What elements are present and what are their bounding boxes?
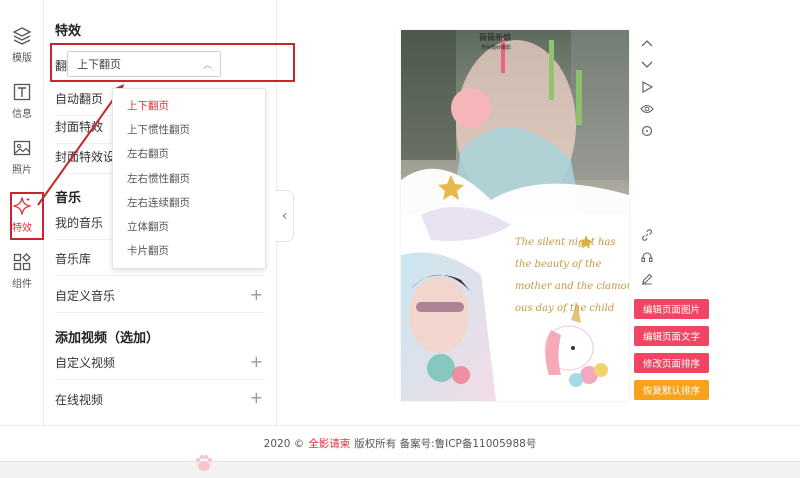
edit-page-photo-button[interactable]: 编辑页面图片 [634,299,709,319]
custom-music-label: 自定义音乐 [55,289,116,303]
eye-icon[interactable] [639,101,655,117]
online-video-row[interactable]: 在线视频 + [55,382,265,416]
preview-header-line2: 苏州婚纱摄影 [481,44,511,51]
music-library-label: 音乐库 [55,252,92,266]
page-flip-dropdown: 上下翻页 上下惯性翻页 左右翻页 左右惯性翻页 左右连续翻页 立体翻页 卡片翻页 [112,88,266,269]
poem-line-4: ous day of the child [515,303,614,314]
play-icon[interactable] [639,79,655,95]
link-icon[interactable] [639,227,655,243]
chevron-down-icon[interactable] [639,57,655,73]
paw-icon[interactable] [192,452,216,474]
dropdown-option[interactable]: 左右惯性翻页 [113,166,265,190]
refresh-icon[interactable] [639,123,655,139]
chevron-up-icon[interactable] [639,35,655,51]
dropdown-option[interactable]: 立体翻页 [113,214,265,238]
edit-page-order-button[interactable]: 修改页面排序 [634,353,709,373]
add-custom-music-icon[interactable]: + [250,287,263,303]
headset-icon[interactable] [639,249,655,265]
invitation-preview[interactable]: 薇薇新娘 苏州婚纱摄影 The silent night has the bea… [401,30,629,401]
dropdown-option[interactable]: 上下惯性翻页 [113,117,265,141]
browser-bottom-bar [0,461,800,478]
poem-line-1: The silent night has [515,237,616,248]
rail-label: 组件 [12,279,32,290]
dropdown-option[interactable]: 卡片翻页 [113,239,265,263]
footer-copyright: 2020 © [263,437,305,450]
preview-artwork: 薇薇新娘 苏州婚纱摄影 The silent night has the bea… [401,30,629,401]
components-icon [12,252,32,272]
dropdown-option[interactable]: 左右连续翻页 [113,190,265,214]
rail-item-components[interactable]: 组件 [0,246,44,296]
chevron-left-icon: ‹ [281,208,288,224]
custom-video-row[interactable]: 自定义视频 + [55,346,265,380]
restore-default-order-button[interactable]: 恢复默认排序 [634,380,709,400]
custom-video-label: 自定义视频 [55,356,116,370]
footer: 2020 © 全影请柬 版权所有 备案号:鲁ICP备11005988号 [0,425,800,461]
custom-music-row[interactable]: 自定义音乐 + [55,279,265,313]
poem-line-3: mother and the clamor- [515,281,629,292]
poem-line-2: the beauty of the [515,259,601,270]
footer-brand-link[interactable]: 全影请柬 [308,436,350,451]
edit-page-text-button[interactable]: 编辑页面文字 [634,326,709,346]
footer-license: 版权所有 备案号:鲁ICP备11005988号 [354,438,537,450]
collapse-panel-tab[interactable]: ‹ [276,190,294,242]
pencil-icon[interactable] [639,271,655,287]
dropdown-option[interactable]: 上下翻页 [113,93,265,117]
dropdown-option[interactable]: 左右翻页 [113,142,265,166]
add-custom-video-icon[interactable]: + [250,354,263,370]
add-online-video-icon[interactable]: + [250,390,263,406]
online-video-label: 在线视频 [55,392,104,407]
video-section-title: 添加视频（选加） [55,331,160,346]
preview-header-line1: 薇薇新娘 [479,32,511,42]
